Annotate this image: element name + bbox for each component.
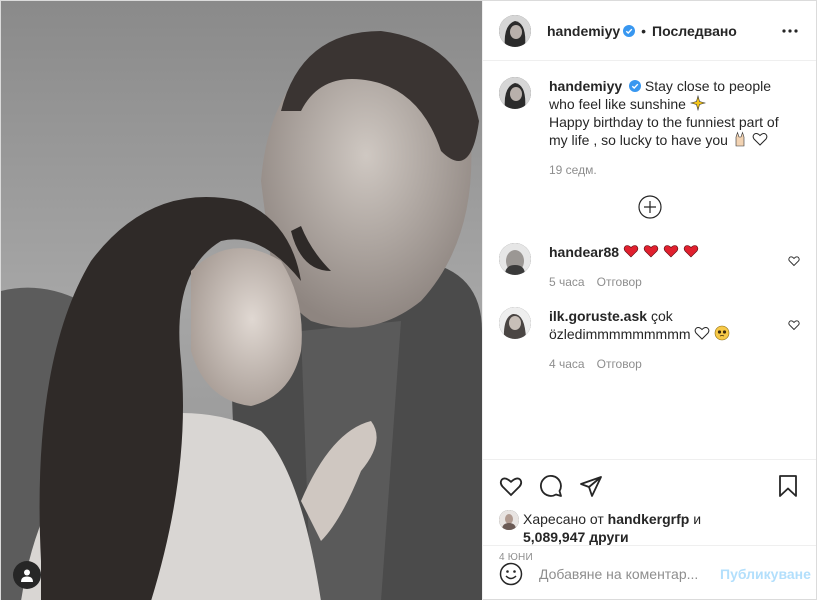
comment-like-heart-icon[interactable] — [788, 255, 800, 267]
comment-time[interactable]: 5 часа — [549, 273, 585, 291]
add-comment-bar: Публикуване — [483, 545, 816, 600]
smiley-icon[interactable] — [499, 562, 523, 586]
liked-by-and: и — [693, 511, 702, 527]
comment-icon[interactable] — [539, 474, 563, 498]
commenter-avatar[interactable] — [499, 243, 531, 275]
white-heart-emoji-icon — [695, 327, 710, 340]
commenter-username[interactable]: ilk.goruste.ask — [549, 308, 647, 324]
couple-photo-image — [1, 1, 482, 600]
comment-item: ilk.goruste.ask çok özledimmmmmmmmm 4 ча… — [499, 307, 800, 373]
rock-hand-emoji-icon — [735, 131, 745, 147]
paper-plane-icon[interactable] — [579, 474, 603, 498]
commenter-avatar[interactable] — [499, 307, 531, 339]
pleading-face-emoji-icon — [715, 325, 730, 341]
likes-summary: Харесано от handkergrfp и 5,089,947 друг… — [499, 510, 800, 546]
red-heart-emoji-icon — [683, 245, 698, 258]
publish-button[interactable]: Публикуване — [720, 566, 811, 582]
separator-dot: • — [641, 22, 647, 39]
comment-input[interactable] — [539, 565, 720, 582]
more-options-icon[interactable] — [780, 21, 800, 41]
load-more-comments[interactable] — [499, 195, 800, 219]
likes-others[interactable]: други — [589, 529, 628, 545]
liker-username[interactable]: handkergrfp — [608, 511, 690, 527]
red-heart-emoji-icon — [643, 245, 659, 258]
liker-avatar[interactable] — [499, 510, 519, 530]
caption-username[interactable]: handemiyy — [549, 78, 622, 94]
instagram-post-modal: handemiyy • Последвано handemiyy Stay cl… — [0, 0, 817, 600]
comment-like-heart-icon[interactable] — [788, 319, 800, 331]
author-avatar[interactable] — [499, 14, 531, 47]
verified-badge-icon — [629, 80, 642, 92]
commenter-username[interactable]: handear88 — [549, 244, 619, 260]
reply-button[interactable]: Отговор — [597, 273, 642, 291]
comments-list: handemiyy Stay close to people who feel … — [483, 61, 816, 459]
comment-item: handear88 5 часа Отговор — [499, 243, 800, 291]
sparkles-emoji-icon — [689, 95, 706, 111]
user-tag-icon[interactable] — [13, 561, 41, 589]
post-photo[interactable] — [1, 1, 482, 600]
red-heart-emoji-icon — [663, 245, 678, 258]
heart-icon[interactable] — [499, 474, 523, 498]
comment-time[interactable]: 4 часа — [549, 355, 585, 373]
white-heart-emoji-icon — [752, 133, 768, 146]
author-username[interactable]: handemiyy — [547, 23, 620, 39]
author-avatar-caption[interactable] — [499, 77, 531, 109]
post-sidebar: handemiyy • Последвано handemiyy Stay cl… — [482, 1, 816, 600]
liked-by-prefix: Харесано от — [523, 511, 604, 527]
red-heart-emoji-icon — [623, 245, 639, 258]
caption-comment: handemiyy Stay close to people who feel … — [499, 77, 800, 179]
following-button[interactable]: Последвано — [652, 23, 737, 39]
bookmark-icon[interactable] — [776, 474, 800, 498]
caption-time[interactable]: 19 седм. — [549, 161, 597, 179]
post-header: handemiyy • Последвано — [483, 1, 816, 61]
reply-button[interactable]: Отговор — [597, 355, 642, 373]
verified-badge-icon — [623, 24, 636, 37]
likes-count[interactable]: 5,089,947 — [523, 529, 585, 545]
plus-circle-icon[interactable] — [637, 195, 662, 219]
